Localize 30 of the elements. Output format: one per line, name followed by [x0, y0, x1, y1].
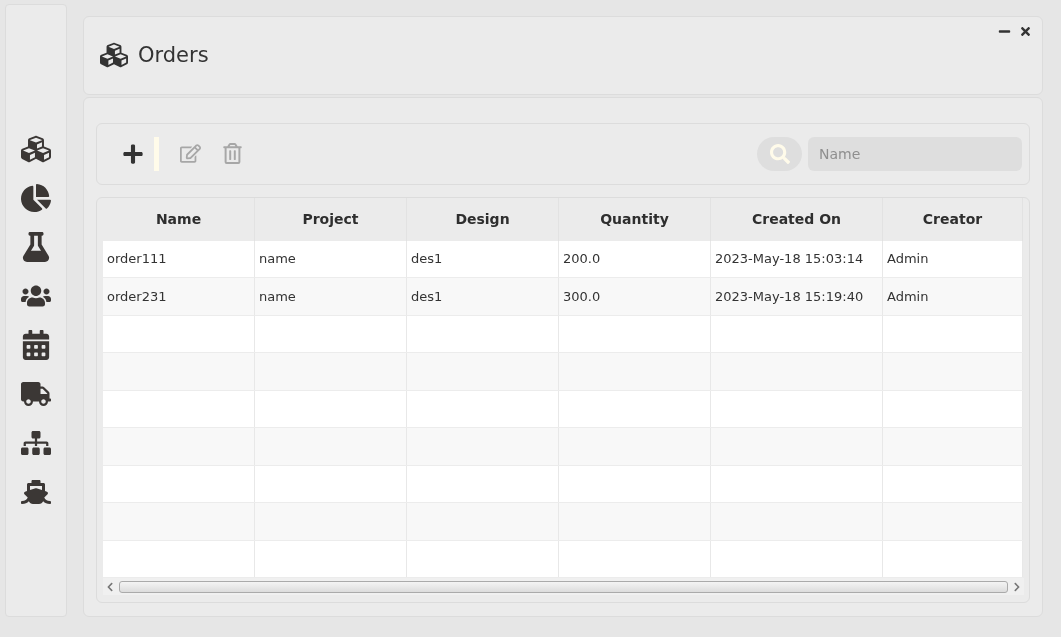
- table-cell: order111: [103, 240, 255, 278]
- close-icon: [1019, 25, 1032, 38]
- search-field[interactable]: Name: [808, 136, 1022, 171]
- table-cell: Admin: [883, 240, 1023, 278]
- column-header[interactable]: Created On: [711, 197, 883, 241]
- column-header[interactable]: Quantity: [559, 197, 711, 241]
- table-cell: 2023-May-18 15:19:40: [711, 278, 883, 316]
- search-icon: [769, 143, 790, 164]
- table-cell: 2023-May-18 15:03:14: [711, 240, 883, 278]
- table-cell: Admin: [883, 278, 1023, 316]
- pie-chart-icon[interactable]: [18, 182, 54, 214]
- cubes-icon: [100, 41, 128, 70]
- table-cell: 200.0: [559, 240, 711, 278]
- window-title: Orders: [138, 43, 209, 68]
- close-button[interactable]: [1019, 25, 1032, 38]
- column-header[interactable]: Project: [255, 197, 407, 241]
- column-header[interactable]: Creator: [883, 197, 1023, 241]
- table-cell: 300.0: [559, 278, 711, 316]
- table-cell: order231: [103, 278, 255, 316]
- scroll-thumb[interactable]: [119, 580, 1008, 593]
- scroll-right-icon[interactable]: [1012, 581, 1022, 592]
- scroll-left-icon[interactable]: [105, 581, 115, 592]
- cubes-icon[interactable]: [18, 133, 54, 165]
- table-cell: des1: [407, 240, 559, 278]
- table-cell: name: [255, 278, 407, 316]
- table-cell: des1: [407, 278, 559, 316]
- horizontal-scrollbar[interactable]: [103, 578, 1024, 595]
- table-cell: name: [255, 240, 407, 278]
- column-header[interactable]: Design: [407, 197, 559, 241]
- column-header[interactable]: Name: [103, 197, 255, 241]
